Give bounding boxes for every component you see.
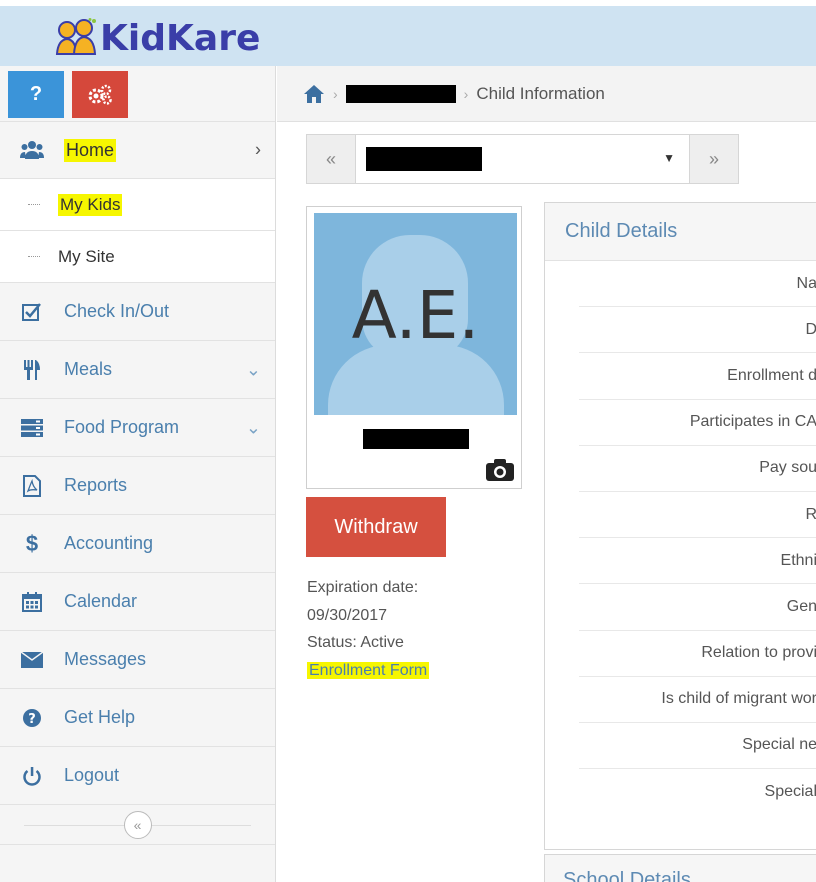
sidebar-item-accounting[interactable]: $ Accounting [0, 515, 275, 573]
enrollment-form-link[interactable]: Enrollment Form [307, 661, 430, 679]
child-select-dropdown[interactable]: ▼ [355, 135, 690, 183]
sidebar-item-home[interactable]: Home › [0, 122, 275, 179]
child-status-info: Expiration date: 09/30/2017 Status: Acti… [307, 574, 430, 684]
question-circle-icon: ? [20, 706, 44, 730]
help-button-label: ? [29, 83, 43, 105]
withdraw-button-label: Withdraw [334, 515, 418, 538]
top-strip [0, 0, 816, 6]
sidebar-item-label: Get Help [64, 707, 136, 727]
expiration-date: 09/30/2017 [307, 606, 388, 624]
school-details-title: School Details [563, 869, 691, 882]
sidebar-item-meals[interactable]: Meals ⌄ [0, 341, 275, 399]
child-avatar: A.E. [314, 213, 517, 415]
users-icon [20, 138, 44, 162]
chevron-right-icon: › [255, 139, 261, 160]
server-icon [20, 416, 44, 440]
selected-child-redacted [366, 147, 482, 171]
child-selector: « ▼ » [306, 134, 739, 184]
sidebar-top-buttons: ? [0, 66, 275, 122]
caret-down-icon: ▼ [663, 151, 675, 165]
detail-row-label: Ethni [579, 538, 816, 585]
utensils-icon [20, 358, 44, 382]
sidebar-item-label: Logout [64, 765, 120, 785]
sidebar-item-get-help[interactable]: ? Get Help [0, 689, 275, 747]
child-photo-card: A.E. [306, 206, 522, 489]
chevron-right-icon: › [463, 85, 469, 102]
child-details-title: Child Details [545, 203, 816, 261]
sidebar: ? Home › My Kids My Site Check In/Out Me… [0, 66, 276, 882]
detail-row-label: Participates in CA [579, 400, 816, 446]
power-icon [20, 764, 44, 788]
sidebar-item-label: Meals [64, 359, 113, 379]
sidebar-item-my-kids-label: My Kids [58, 193, 123, 216]
status-text: Status: Active [307, 634, 404, 651]
dollar-icon: $ [25, 530, 39, 556]
chevron-down-icon: ⌄ [245, 417, 261, 437]
sidebar-item-label: Check In/Out [64, 301, 170, 321]
detail-row-label: Gen [579, 584, 816, 631]
next-child-button[interactable]: » [690, 135, 738, 183]
sidebar-item-check-in-out[interactable]: Check In/Out [0, 283, 275, 341]
sidebar-item-label: Reports [64, 475, 128, 495]
detail-row-label: Special [764, 783, 816, 801]
tree-connector [28, 204, 40, 205]
sidebar-item-messages[interactable]: Messages [0, 631, 275, 689]
detail-row-label: Special ne [579, 723, 816, 770]
child-name-redacted [363, 429, 469, 449]
child-details-panel: Child Details Na D Enrollment d Particip… [544, 202, 816, 850]
detail-row-label: Enrollment d [579, 353, 816, 400]
detail-row-label: D [579, 307, 816, 354]
sidebar-item-my-kids[interactable]: My Kids [0, 179, 275, 231]
gears-icon [88, 84, 112, 105]
sidebar-item-label: Accounting [64, 533, 154, 553]
double-chevron-left-icon: « [133, 816, 142, 833]
sidebar-item-calendar[interactable]: Calendar [0, 573, 275, 631]
sidebar-item-reports[interactable]: Reports [0, 457, 275, 515]
calendar-icon [20, 590, 44, 614]
checkbox-icon [20, 300, 44, 324]
logo-text: KidKare [100, 17, 261, 59]
breadcrumb-current: Child Information [476, 83, 605, 103]
detail-row-label: R [579, 492, 816, 539]
svg-text:?: ? [28, 712, 36, 727]
double-chevron-right-icon: » [708, 148, 719, 169]
sidebar-item-food-program[interactable]: Food Program ⌄ [0, 399, 275, 457]
sidebar-item-label: Calendar [64, 591, 138, 611]
sidebar-item-my-site-label: My Site [58, 246, 115, 266]
expiration-label: Expiration date: [307, 579, 419, 596]
kidkare-logo[interactable]: KidKare [54, 14, 260, 62]
home-icon[interactable] [303, 84, 325, 104]
collapse-sidebar-button[interactable]: « [123, 810, 152, 839]
camera-icon[interactable] [485, 458, 515, 482]
detail-row-label: Relation to provi [579, 631, 816, 677]
detail-row-label: Is child of migrant wor [579, 677, 816, 723]
tree-connector [28, 256, 40, 257]
chevron-right-icon: › [333, 85, 338, 102]
double-chevron-left-icon: « [325, 148, 336, 169]
sidebar-item-my-site[interactable]: My Site [0, 231, 275, 283]
sidebar-item-label: Food Program [64, 417, 180, 437]
top-bar: KidKare [0, 0, 816, 66]
help-button[interactable]: ? [8, 71, 64, 118]
logo-mark-icon [55, 18, 97, 55]
detail-row-label: Pay sou [579, 446, 816, 492]
previous-child-button[interactable]: « [307, 135, 355, 183]
pdf-icon [20, 474, 44, 498]
withdraw-button[interactable]: Withdraw [306, 497, 446, 557]
chevron-down-icon: ⌄ [245, 359, 261, 379]
sidebar-item-logout[interactable]: Logout [0, 747, 275, 805]
avatar-silhouette-body [328, 345, 504, 415]
school-details-panel: School Details [544, 854, 816, 882]
breadcrumb-redacted-item[interactable] [345, 84, 456, 103]
sidebar-item-label: Messages [64, 649, 147, 669]
detail-row-label: Na [579, 261, 816, 308]
settings-button[interactable] [72, 71, 128, 118]
sidebar-item-home-label: Home [64, 138, 117, 162]
envelope-icon [20, 648, 44, 672]
sidebar-collapse-row: « [0, 805, 275, 845]
child-initials: A.E. [351, 277, 480, 354]
breadcrumb: › › Child Information [277, 66, 816, 122]
